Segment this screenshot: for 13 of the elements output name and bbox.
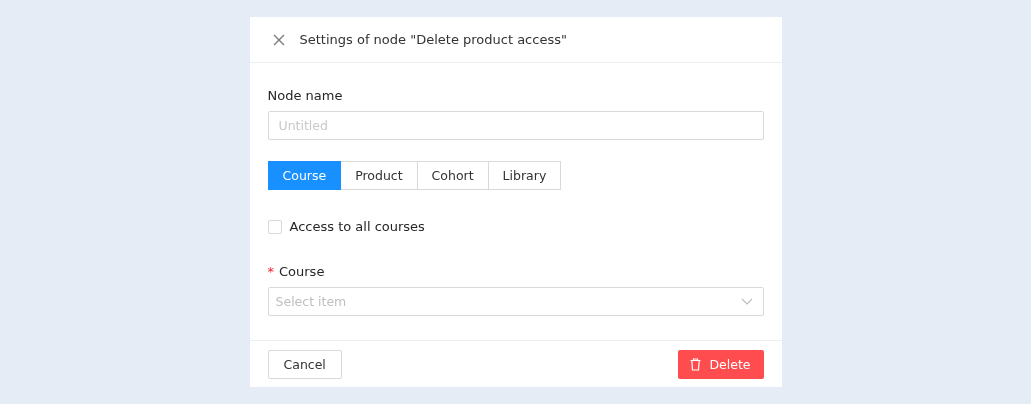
tab[interactable]: Cohort [416,161,489,190]
field-label: Course [279,264,325,279]
cancel-button[interactable]: Cancel [267,349,342,379]
field-label: Node name [267,88,344,103]
chevron-down-icon [740,298,753,305]
tab[interactable]: Product [340,161,418,190]
close-icon[interactable] [271,32,286,47]
trash-icon [690,357,702,371]
dialog-title: Settings of node "Delete product access" [299,32,567,47]
checkbox[interactable] [267,219,282,234]
tab[interactable]: Library [487,161,562,190]
checkbox-label: Access to all courses [289,219,425,234]
required-mark: * [267,264,274,279]
